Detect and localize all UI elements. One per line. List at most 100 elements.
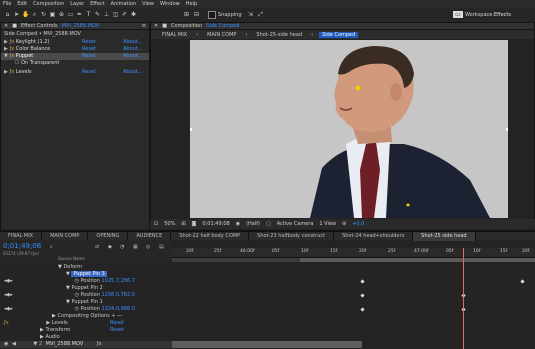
reset-link[interactable]: Reset — [82, 53, 96, 60]
about-link[interactable]: About... — [123, 46, 143, 53]
layer-row-deform[interactable]: ▼ Deform — [0, 264, 172, 271]
collapse-arrow-icon[interactable]: ▼ — [4, 53, 8, 59]
collapse-arrow-icon[interactable]: ▼ — [66, 271, 70, 277]
layer-row-transform[interactable]: ▶ Transform Reset — [0, 327, 172, 334]
collapse-arrow-icon[interactable]: ▼ — [58, 264, 62, 270]
layer-row-mvi[interactable]: ◉ ◀ ▼ 2 MVI_2588.MOV ƒx — [0, 341, 172, 348]
keyframe-nav-icon[interactable]: ◂◆▸ — [4, 292, 13, 298]
snap-option-icon[interactable]: ⇲ — [247, 11, 254, 18]
expand-arrow-icon[interactable]: ▶ — [46, 320, 50, 326]
stopwatch-icon[interactable]: ◷ — [74, 306, 78, 312]
menu-edit[interactable]: Edit — [17, 1, 27, 7]
composition-viewer[interactable] — [190, 40, 508, 218]
reset-exposure-icon[interactable]: ⊛ — [342, 221, 346, 227]
draft-3d-icon[interactable]: ◆ — [108, 244, 112, 250]
brush-tool-icon[interactable]: ✎ — [94, 11, 101, 18]
effect-row-on-transparent[interactable]: ☐ On Transparent — [1, 60, 149, 67]
eye-icon[interactable]: ◉ — [4, 341, 8, 347]
stopwatch-icon[interactable]: ◷ — [74, 278, 78, 284]
lock-icon[interactable]: ■ — [162, 23, 167, 29]
menu-window[interactable]: Window — [160, 1, 180, 7]
layer-row-position-3[interactable]: ◂◆▸ ◷ Position 1025.7,286.7 — [0, 278, 172, 285]
reset-link[interactable]: Reset — [110, 320, 124, 327]
collapse-arrow-icon[interactable]: ▼ — [66, 299, 70, 305]
menu-layer[interactable]: Layer — [70, 1, 84, 7]
keyframe-nav-icon[interactable]: ◂◆▸ — [4, 278, 13, 284]
position-value[interactable]: 1025.7,286.7 — [102, 278, 135, 284]
pen-tool-icon[interactable]: ✒ — [76, 11, 83, 18]
menu-effect[interactable]: Effect — [90, 1, 104, 7]
expand-arrow-icon[interactable]: ▶ — [4, 46, 8, 52]
fx-icon[interactable]: ƒx — [9, 39, 14, 45]
workspace-toggle-icon[interactable]: ▭ — [453, 11, 463, 18]
timeline-tab[interactable]: Shot-22 half body COMP — [171, 231, 250, 241]
grid-icon[interactable]: ⊞ — [181, 221, 185, 227]
fx-switch-icon[interactable]: ƒx — [97, 341, 102, 347]
keyframe-icon[interactable] — [360, 293, 365, 298]
layer-row-levels[interactable]: ƒx ▶ Levels Reset — [0, 320, 172, 327]
time-ruler[interactable]: 20f 25f 46:00f 05f 10f 15f 20f 25f 47:00… — [172, 248, 535, 258]
local-axis-icon[interactable]: ⊞ — [183, 11, 190, 18]
comp-tab-main-comp[interactable]: MAIN COMP — [204, 32, 239, 38]
fx-icon[interactable]: ƒx — [4, 320, 9, 326]
world-axis-icon[interactable]: ⊟ — [193, 11, 200, 18]
layer-row-audio[interactable]: ▶ Audio — [0, 334, 172, 341]
selection-tool-icon[interactable]: ➤ — [13, 11, 20, 18]
layer-row-position-2[interactable]: ◂◆▸ ◷ Position 1208.0,762.0 — [0, 292, 172, 299]
zoom-dropdown[interactable]: 50% — [164, 221, 175, 227]
comp-tab-final-mix[interactable]: FINAL MIX — [159, 32, 190, 38]
keyframe-icon[interactable] — [360, 279, 365, 284]
workspace-value[interactable]: Effects — [494, 12, 511, 18]
keyframe-nav-icon[interactable]: ◂◆▸ — [4, 306, 13, 312]
snapshot-icon[interactable]: ◙ — [192, 221, 197, 227]
resolution-dropdown[interactable]: (Half) — [246, 221, 260, 227]
panel-menu-icon[interactable]: ≡ — [142, 23, 149, 29]
expand-arrow-icon[interactable]: ▶ — [52, 313, 56, 319]
type-tool-icon[interactable]: T — [85, 11, 92, 18]
keyframe-icon[interactable] — [520, 279, 525, 284]
layer-row-puppet-pin-3[interactable]: ▼ Puppet Pin 3 — [0, 271, 172, 278]
comp-mini-flowchart-icon[interactable]: ⇄ — [95, 244, 99, 250]
comp-tab-side-comped[interactable]: Side Comped — [319, 31, 359, 38]
hand-tool-icon[interactable]: ✋ — [22, 11, 29, 18]
lock-icon[interactable]: ■ — [12, 23, 17, 29]
layer-row-puppet-pin-2[interactable]: ▼ Puppet Pin 2 — [0, 285, 172, 292]
magnification-icon[interactable]: ⊡ — [154, 221, 158, 227]
exposure-value[interactable]: +0.0 — [352, 221, 364, 227]
home-icon[interactable]: ⌂ — [4, 11, 11, 18]
menu-animation[interactable]: Animation — [111, 1, 137, 7]
eraser-tool-icon[interactable]: ◫ — [112, 11, 119, 18]
reset-link[interactable]: Reset — [82, 39, 96, 46]
region-icon[interactable]: ▢ — [266, 221, 271, 227]
timeline-tab-active[interactable]: Shot-25 side head — [413, 231, 476, 241]
effect-controls-tab[interactable]: ✕ ■ Effect Controls MVI_2588.MOV ≡ — [1, 23, 149, 30]
camera-dropdown[interactable]: Active Camera — [277, 221, 314, 227]
collapse-arrow-icon[interactable]: ▼ — [66, 285, 70, 291]
expand-arrow-icon[interactable]: ▶ — [4, 39, 8, 45]
menu-composition[interactable]: Composition — [33, 1, 64, 7]
menu-file[interactable]: File — [3, 1, 11, 7]
comp-tab-shot-25[interactable]: Shot-25-side head — [253, 32, 305, 38]
camera-tool-icon[interactable]: ▣ — [49, 11, 56, 18]
expand-arrow-icon[interactable]: ▶ — [40, 327, 44, 333]
puppet-tool-icon[interactable]: ✱ — [130, 11, 137, 18]
camera-icon[interactable]: ◉ — [236, 221, 240, 227]
snapping-checkbox[interactable] — [208, 11, 216, 19]
rotate-tool-icon[interactable]: ↻ — [40, 11, 47, 18]
playhead[interactable] — [463, 248, 464, 349]
layer-row-position-1[interactable]: ◂◆▸ ◷ Position 1324.0,988.0 — [0, 306, 172, 313]
close-icon[interactable]: ✕ — [154, 23, 158, 29]
checkbox[interactable]: ☐ — [15, 60, 19, 66]
about-link[interactable]: About... — [123, 53, 143, 60]
effect-row-keylight[interactable]: ▶ ƒx Keylight (1.2) Reset About... — [1, 39, 149, 46]
speaker-icon[interactable]: ◀ — [12, 341, 16, 347]
roto-brush-tool-icon[interactable]: ✐ — [121, 11, 128, 18]
clone-stamp-tool-icon[interactable]: ⊥ — [103, 11, 110, 18]
layer-duration-bar[interactable] — [172, 341, 362, 348]
close-icon[interactable]: ✕ — [4, 23, 8, 29]
reset-link[interactable]: Reset — [110, 327, 124, 334]
graph-editor-icon[interactable]: ▤ — [159, 244, 164, 250]
menu-view[interactable]: View — [142, 1, 154, 7]
position-value[interactable]: 1208.0,762.0 — [102, 292, 135, 298]
mask-add-remove[interactable]: + — — [111, 313, 122, 319]
